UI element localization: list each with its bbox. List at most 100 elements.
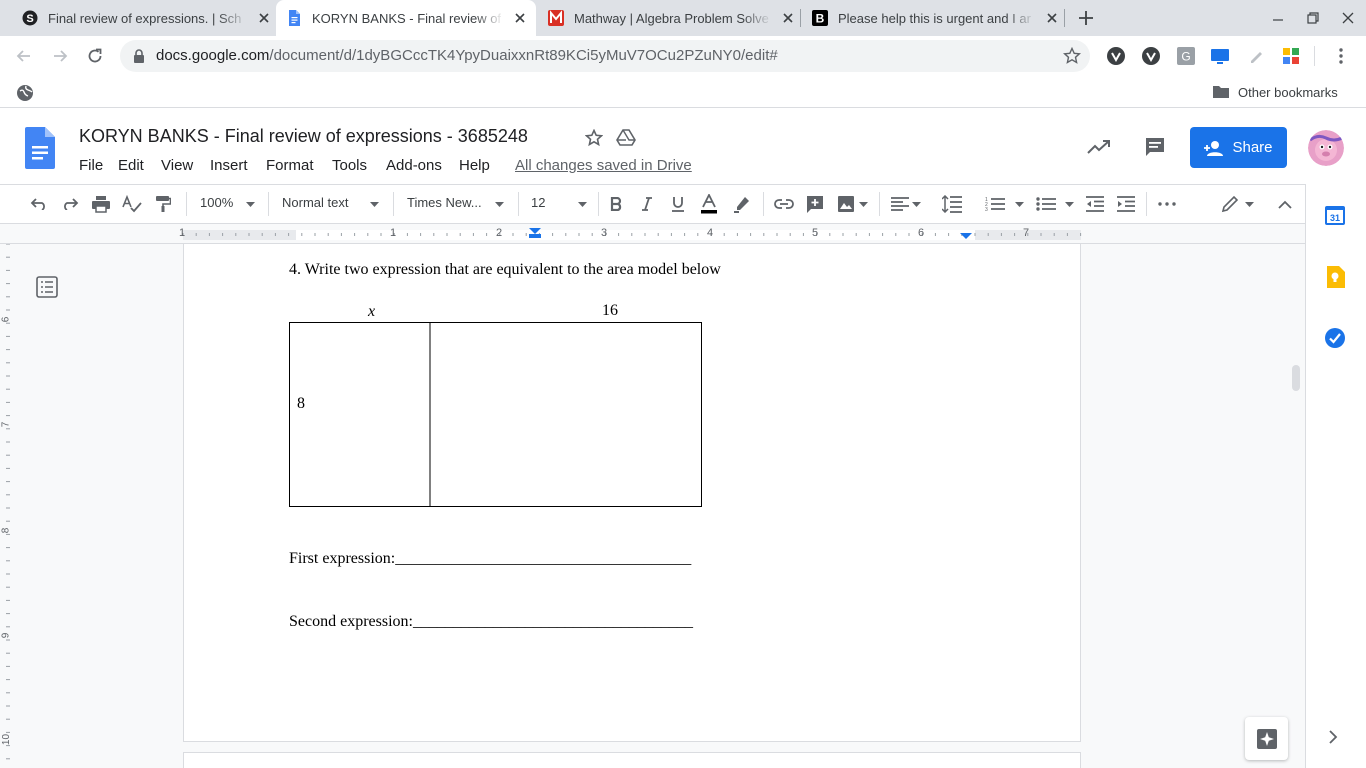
close-window-icon[interactable] bbox=[1336, 6, 1360, 30]
keep-icon[interactable] bbox=[1325, 266, 1345, 288]
ruler-label: 7 bbox=[0, 421, 12, 428]
extension-shield-icon[interactable] bbox=[1139, 44, 1163, 68]
browser-tab-mathway[interactable]: Mathway | Algebra Problem Solve bbox=[540, 0, 796, 36]
document-next-page[interactable] bbox=[183, 752, 1081, 768]
menu-file[interactable]: File bbox=[79, 157, 103, 174]
ruler-label: 4 bbox=[707, 227, 714, 239]
browser-tab-schoology[interactable]: S Final review of expressions. | Sch bbox=[10, 0, 272, 36]
paragraph-style-select[interactable]: Normal text bbox=[282, 195, 348, 210]
redo-icon[interactable] bbox=[58, 192, 82, 216]
show-side-panel-chevron-icon[interactable] bbox=[1328, 730, 1338, 744]
vertical-ruler[interactable]: 6 7 8 9 10 bbox=[0, 244, 18, 768]
document-outline-icon[interactable] bbox=[36, 276, 58, 298]
chevron-down-icon[interactable] bbox=[1065, 202, 1074, 207]
url-host: docs.google.com bbox=[156, 47, 270, 64]
second-expression-line[interactable]: Second expression:______________________… bbox=[289, 613, 693, 631]
reload-icon[interactable] bbox=[83, 44, 107, 68]
menu-help[interactable]: Help bbox=[459, 157, 490, 174]
paint-format-icon[interactable] bbox=[151, 192, 175, 216]
chevron-down-icon[interactable] bbox=[912, 202, 921, 207]
menu-tools[interactable]: Tools bbox=[332, 157, 367, 174]
tab-title: Please help this is urgent and I ar bbox=[838, 10, 1031, 26]
second-expression-label: Second expression: bbox=[289, 613, 413, 630]
hide-menus-chevron-up-icon[interactable] bbox=[1273, 192, 1297, 216]
insert-image-icon[interactable] bbox=[834, 192, 858, 216]
editing-mode-pencil-icon[interactable] bbox=[1218, 192, 1242, 216]
text-color-icon[interactable] bbox=[697, 192, 721, 216]
new-tab-icon[interactable] bbox=[1074, 6, 1098, 30]
decrease-indent-icon[interactable] bbox=[1083, 192, 1107, 216]
menu-insert[interactable]: Insert bbox=[210, 157, 248, 174]
font-size-select[interactable]: 12 bbox=[531, 195, 545, 210]
first-expression-line[interactable]: First expression:_______________________… bbox=[289, 550, 691, 568]
extension-pen-icon[interactable] bbox=[1244, 44, 1268, 68]
zoom-select[interactable]: 100% bbox=[200, 195, 233, 210]
scrollbar-thumb[interactable] bbox=[1292, 365, 1300, 391]
bookmark-star-icon[interactable] bbox=[1060, 44, 1084, 68]
spellcheck-icon[interactable] bbox=[120, 192, 144, 216]
numbered-list-icon[interactable]: 123 bbox=[983, 192, 1007, 216]
tasks-icon[interactable] bbox=[1324, 327, 1346, 349]
extension-grid-icon[interactable] bbox=[1279, 44, 1303, 68]
document-title[interactable]: KORYN BANKS - Final review of expression… bbox=[79, 126, 528, 147]
comments-icon[interactable] bbox=[1143, 135, 1167, 159]
menu-format[interactable]: Format bbox=[266, 157, 314, 174]
restore-window-icon[interactable] bbox=[1301, 6, 1325, 30]
add-comment-icon[interactable] bbox=[803, 192, 827, 216]
add-person-icon bbox=[1204, 140, 1224, 156]
menu-view[interactable]: View bbox=[161, 157, 193, 174]
chevron-down-icon[interactable] bbox=[1015, 202, 1024, 207]
forward-arrow-icon[interactable] bbox=[48, 44, 72, 68]
avatar[interactable] bbox=[1308, 130, 1344, 166]
close-tab-icon[interactable] bbox=[780, 10, 796, 26]
close-tab-icon[interactable] bbox=[512, 10, 528, 26]
browser-tab-brainly[interactable]: B Please help this is urgent and I ar bbox=[804, 0, 1060, 36]
ruler-label: 2 bbox=[496, 227, 503, 239]
bold-icon[interactable] bbox=[604, 192, 628, 216]
url-text[interactable]: docs.google.com/document/d/1dyBGCccTK4Yp… bbox=[156, 47, 778, 64]
svg-text:G: G bbox=[1181, 50, 1190, 64]
underline-icon[interactable] bbox=[666, 192, 690, 216]
question-text[interactable]: 4. Write two expression that are equival… bbox=[289, 261, 721, 279]
other-bookmarks[interactable]: Other bookmarks bbox=[1212, 84, 1338, 100]
calendar-icon[interactable]: 31 bbox=[1324, 204, 1346, 226]
back-arrow-icon[interactable] bbox=[12, 44, 36, 68]
second-expression-blank: ___________________________________ bbox=[412, 613, 693, 630]
move-to-drive-icon[interactable] bbox=[614, 126, 638, 150]
highlight-icon[interactable] bbox=[730, 192, 754, 216]
docs-logo-icon[interactable] bbox=[24, 127, 56, 169]
horizontal-ruler[interactable]: 1 1 2 3 4 5 6 7 bbox=[0, 224, 1305, 244]
menu-edit[interactable]: Edit bbox=[118, 157, 144, 174]
bulleted-list-icon[interactable] bbox=[1034, 192, 1058, 216]
font-select[interactable]: Times New... bbox=[407, 195, 482, 210]
line-spacing-icon[interactable] bbox=[940, 192, 964, 216]
svg-text:S: S bbox=[26, 13, 33, 25]
undo-icon[interactable] bbox=[27, 192, 51, 216]
lock-icon[interactable] bbox=[132, 48, 146, 64]
extension-grammarly-icon[interactable]: G bbox=[1174, 44, 1198, 68]
close-tab-icon[interactable] bbox=[256, 10, 272, 26]
minimize-icon[interactable] bbox=[1266, 6, 1290, 30]
star-document-icon[interactable] bbox=[582, 126, 606, 150]
ruler-label: 7 bbox=[1023, 227, 1030, 239]
ruler-label: 3 bbox=[601, 227, 608, 239]
close-tab-icon[interactable] bbox=[1044, 10, 1060, 26]
globe-icon[interactable] bbox=[16, 84, 34, 102]
extension-screen-icon[interactable] bbox=[1208, 44, 1232, 68]
insert-link-icon[interactable] bbox=[772, 192, 796, 216]
align-left-icon[interactable] bbox=[888, 192, 912, 216]
chevron-down-icon[interactable] bbox=[859, 202, 868, 207]
menu-add-ons[interactable]: Add-ons bbox=[386, 157, 442, 174]
extension-shield-icon[interactable] bbox=[1104, 44, 1128, 68]
increase-indent-icon[interactable] bbox=[1114, 192, 1138, 216]
explore-button[interactable] bbox=[1245, 717, 1288, 760]
chrome-menu-icon[interactable] bbox=[1329, 44, 1353, 68]
italic-icon[interactable] bbox=[635, 192, 659, 216]
share-button[interactable]: Share bbox=[1190, 127, 1287, 168]
browser-tab-google-doc[interactable]: KORYN BANKS - Final review of e bbox=[276, 0, 536, 36]
chevron-down-icon[interactable] bbox=[1245, 202, 1254, 207]
print-icon[interactable] bbox=[89, 192, 113, 216]
activity-trend-icon[interactable] bbox=[1087, 135, 1111, 159]
save-status-link[interactable]: All changes saved in Drive bbox=[515, 157, 692, 174]
more-options-icon[interactable] bbox=[1155, 192, 1179, 216]
